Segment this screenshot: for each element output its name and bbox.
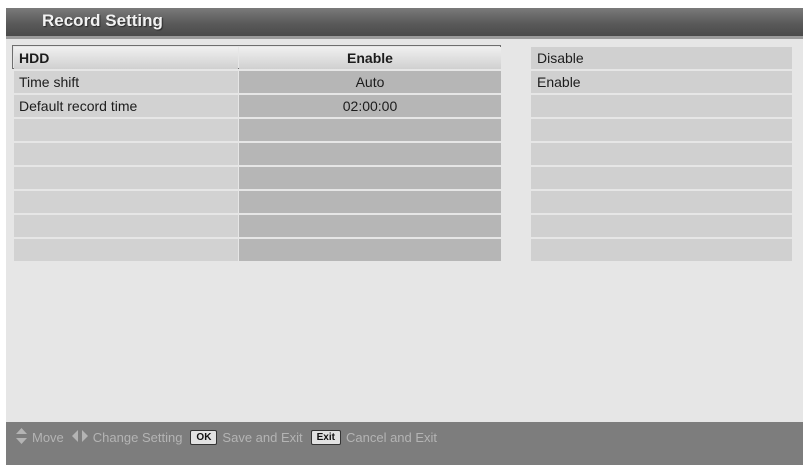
up-down-arrows-icon (16, 427, 27, 447)
setting-value (239, 119, 501, 141)
option-disable[interactable]: Disable (531, 47, 792, 69)
setting-label (14, 191, 238, 213)
record-setting-screen: Record Setting HDD Enable Time shift Aut… (6, 8, 803, 465)
help-change-label: Change Setting (92, 429, 183, 445)
setting-row-empty (14, 143, 501, 165)
option-enable[interactable]: Enable (531, 71, 792, 93)
setting-row-empty (14, 191, 501, 213)
setting-value[interactable]: 02:00:00 (239, 95, 501, 117)
setting-value[interactable]: Auto (239, 71, 501, 93)
options-list: Disable Enable (531, 47, 792, 263)
exit-key-icon: Exit (310, 429, 341, 445)
option-empty (531, 167, 792, 189)
help-save-label: Save and Exit (222, 429, 303, 445)
setting-value (239, 143, 501, 165)
help-cancel-label: Cancel and Exit (345, 429, 438, 445)
option-empty (531, 143, 792, 165)
setting-label: HDD (14, 47, 238, 69)
setting-row-empty (14, 239, 501, 261)
setting-row-empty (14, 215, 501, 237)
option-empty (531, 95, 792, 117)
option-empty (531, 191, 792, 213)
setting-label (14, 239, 238, 261)
option-empty (531, 239, 792, 261)
setting-row-time-shift[interactable]: Time shift Auto (14, 71, 501, 93)
help-legend: Move Change Setting OK Save and Exit Exi… (16, 427, 445, 447)
setting-label (14, 119, 238, 141)
page-title: Record Setting (42, 11, 163, 30)
setting-label: Default record time (14, 95, 238, 117)
setting-label: Time shift (14, 71, 238, 93)
setting-row-default-record-time[interactable]: Default record time 02:00:00 (14, 95, 501, 117)
setting-label (14, 143, 238, 165)
settings-table: HDD Enable Time shift Auto Default recor… (12, 45, 501, 263)
setting-row-hdd[interactable]: HDD Enable (12, 45, 501, 69)
setting-label (14, 167, 238, 189)
left-right-arrows-icon (71, 428, 88, 447)
setting-value (239, 167, 501, 189)
setting-row-empty (14, 167, 501, 189)
setting-row-empty (14, 119, 501, 141)
setting-label (14, 215, 238, 237)
setting-value[interactable]: Enable (239, 47, 501, 69)
setting-value (239, 239, 501, 261)
setting-value (239, 215, 501, 237)
setting-value (239, 191, 501, 213)
help-move-label: Move (32, 429, 64, 445)
help-bar: Move Change Setting OK Save and Exit Exi… (6, 422, 803, 465)
title-bar: Record Setting (6, 8, 803, 39)
option-empty (531, 215, 792, 237)
ok-key-icon: OK (190, 429, 218, 445)
option-empty (531, 119, 792, 141)
